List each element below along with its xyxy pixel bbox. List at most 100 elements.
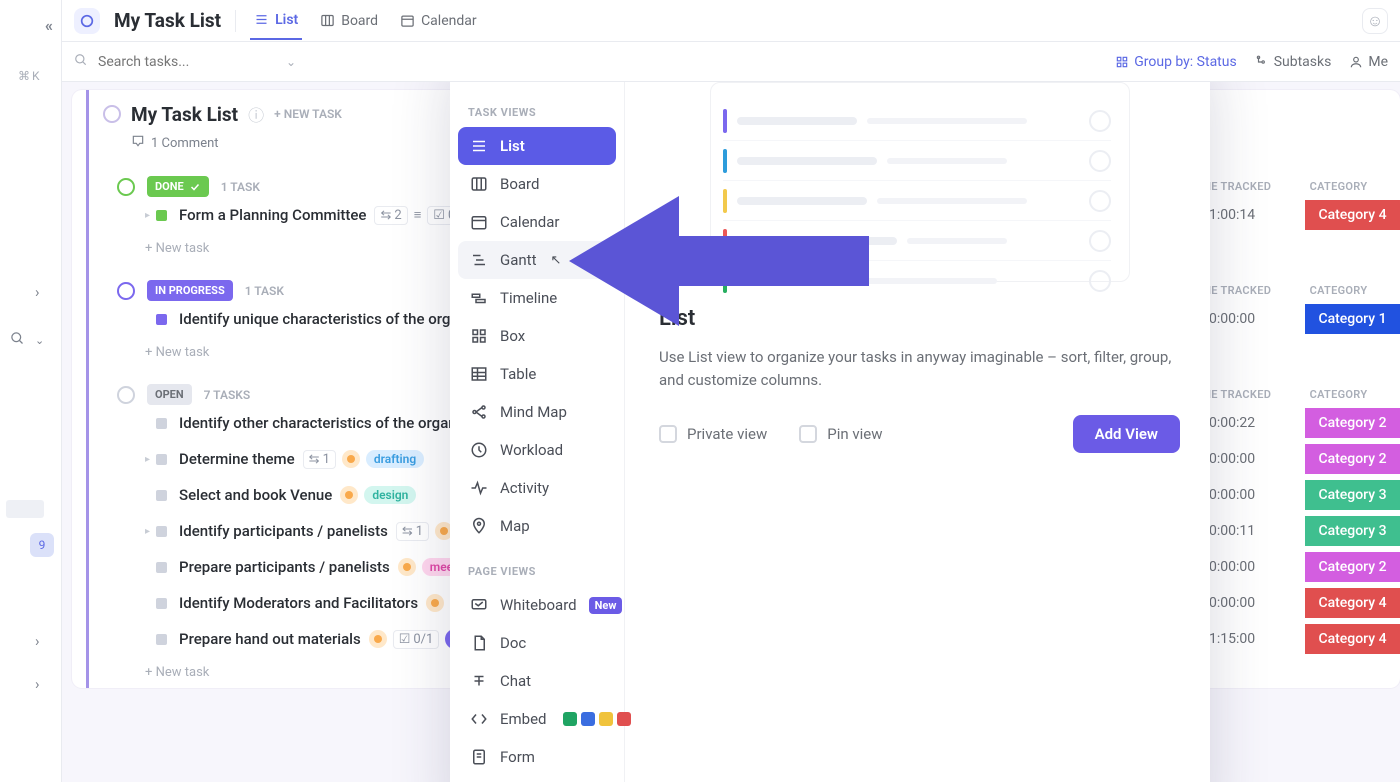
me-filter-button[interactable]: Me [1349,54,1388,70]
task-name: Identify Moderators and Facilitators [179,594,418,612]
desc-icon[interactable]: ≡ [414,207,422,223]
add-view-button[interactable]: Add View [1073,415,1180,453]
col-cat: CATEGORY [1291,284,1386,297]
category-pill[interactable]: Category 3 [1305,516,1400,546]
view-option-gantt[interactable]: Gantt ↖ [458,241,616,279]
chevron-down-icon[interactable]: ⌄ [35,334,44,347]
view-option-doc[interactable]: Doc [458,624,616,662]
tab-list[interactable]: List [250,2,302,40]
time-tracked: 0:00:00 [1209,487,1255,503]
status-square-icon[interactable] [156,314,167,325]
priority-icon[interactable] [340,486,358,504]
rail-placeholder [6,500,44,518]
reward-icon[interactable]: ☺ [1362,8,1388,34]
status-square-icon[interactable] [156,454,167,465]
collapse-icon[interactable] [117,178,135,196]
status-square-icon[interactable] [156,562,167,573]
priority-icon[interactable] [426,594,444,612]
expand-icon[interactable]: ▸ [145,210,150,221]
priority-icon[interactable] [369,630,387,648]
subtask-count[interactable]: ⇆ 1 [396,522,429,541]
search-icon[interactable] [10,331,25,350]
space-avatar-icon[interactable] [74,8,100,34]
time-tracked: 0:00:22 [1209,415,1255,431]
tag[interactable]: drafting [366,450,424,468]
view-option-board[interactable]: Board [458,165,616,203]
expand-icon[interactable]: ▸ [145,526,150,537]
view-option-whiteboard[interactable]: Whiteboard New [458,586,616,624]
pin-view-checkbox[interactable]: Pin view [799,425,882,443]
toolbar: ⌄ Group by: Status Subtasks Me [62,42,1400,82]
time-tracked: 1:15:00 [1209,631,1255,647]
view-option-list[interactable]: List [458,127,616,165]
category-pill[interactable]: Category 2 [1305,552,1400,582]
subtasks-button[interactable]: Subtasks [1255,54,1332,70]
group-by-label: Group by: Status [1134,54,1236,70]
tab-board[interactable]: Board [316,3,382,39]
status-square-icon[interactable] [156,634,167,645]
new-task-button[interactable]: + NEW TASK [274,107,342,121]
task-name: Prepare participants / panelists [179,558,390,576]
search-input[interactable] [96,53,278,71]
view-option-table[interactable]: Table [458,355,616,393]
me-label: Me [1368,54,1388,70]
rail-chevron-3-icon[interactable]: › [0,675,61,693]
view-option-chat[interactable]: Chat [458,662,616,700]
popover-title: List [659,306,1180,331]
expand-icon[interactable]: ▸ [145,454,150,465]
view-option-mindmap[interactable]: Mind Map [458,393,616,431]
embed-integration-icons [563,712,631,726]
collapse-icon[interactable] [117,386,135,404]
time-tracked: 0:00:00 [1209,595,1255,611]
category-pill[interactable]: Category 2 [1305,408,1400,438]
status-pill-open: OPEN [147,384,192,405]
subtask-count[interactable]: ⇆ 1 [303,450,336,469]
category-pill[interactable]: Category 4 [1305,200,1400,230]
priority-icon[interactable] [398,558,416,576]
subtasks-label: Subtasks [1274,54,1332,70]
view-creator-popover: TASK VIEWS List Board Calendar [450,82,1210,782]
status-square-icon[interactable] [156,598,167,609]
view-option-timeline[interactable]: Timeline [458,279,616,317]
status-square-icon[interactable] [156,526,167,537]
view-preview [710,82,1130,282]
view-option-workload[interactable]: Workload [458,431,616,469]
task-name: Form a Planning Committee [179,206,366,224]
group-by-button[interactable]: Group by: Status [1115,54,1236,70]
view-option-box[interactable]: Box [458,317,616,355]
view-option-map[interactable]: Map [458,507,616,545]
category-pill[interactable]: Category 4 [1305,624,1400,654]
status-square-icon[interactable] [156,490,167,501]
status-square-icon[interactable] [156,210,167,221]
chevron-down-icon[interactable]: ⌄ [286,55,296,69]
view-option-activity[interactable]: Activity [458,469,616,507]
category-pill[interactable]: Category 1 [1305,304,1400,334]
category-pill[interactable]: Category 2 [1305,444,1400,474]
new-badge: New [589,597,623,614]
rail-count-badge[interactable]: 9 [30,533,54,557]
rail-chevron-icon[interactable]: › [0,283,61,301]
status-circle-icon[interactable] [103,105,121,123]
priority-icon[interactable] [342,450,360,468]
time-tracked: 0:00:00 [1209,311,1255,327]
tab-calendar[interactable]: Calendar [396,3,481,39]
status-square-icon[interactable] [156,418,167,429]
view-option-calendar[interactable]: Calendar [458,203,616,241]
time-tracked: 1:00:14 [1209,207,1255,223]
info-icon[interactable]: ⓘ [248,102,264,126]
collapse-icon[interactable] [117,282,135,300]
popover-desc: Use List view to organize your tasks in … [659,346,1180,393]
view-option-embed[interactable]: Embed [458,700,616,738]
category-pill[interactable]: Category 4 [1305,588,1400,618]
subtask-count[interactable]: ⇆ 2 [374,206,407,225]
view-option-form[interactable]: Form [458,738,616,776]
rail-chevron-2-icon[interactable]: › [0,632,61,650]
checklist-chip[interactable]: ☑ 0/1 [393,630,440,649]
private-view-checkbox[interactable]: Private view [659,425,767,443]
tag[interactable]: design [364,486,416,504]
task-name: Prepare hand out materials [179,630,361,648]
collapse-sidebar-icon[interactable]: « [45,16,53,35]
comment-count[interactable]: 1 Comment [151,136,219,151]
search-icon [74,52,88,71]
category-pill[interactable]: Category 3 [1305,480,1400,510]
